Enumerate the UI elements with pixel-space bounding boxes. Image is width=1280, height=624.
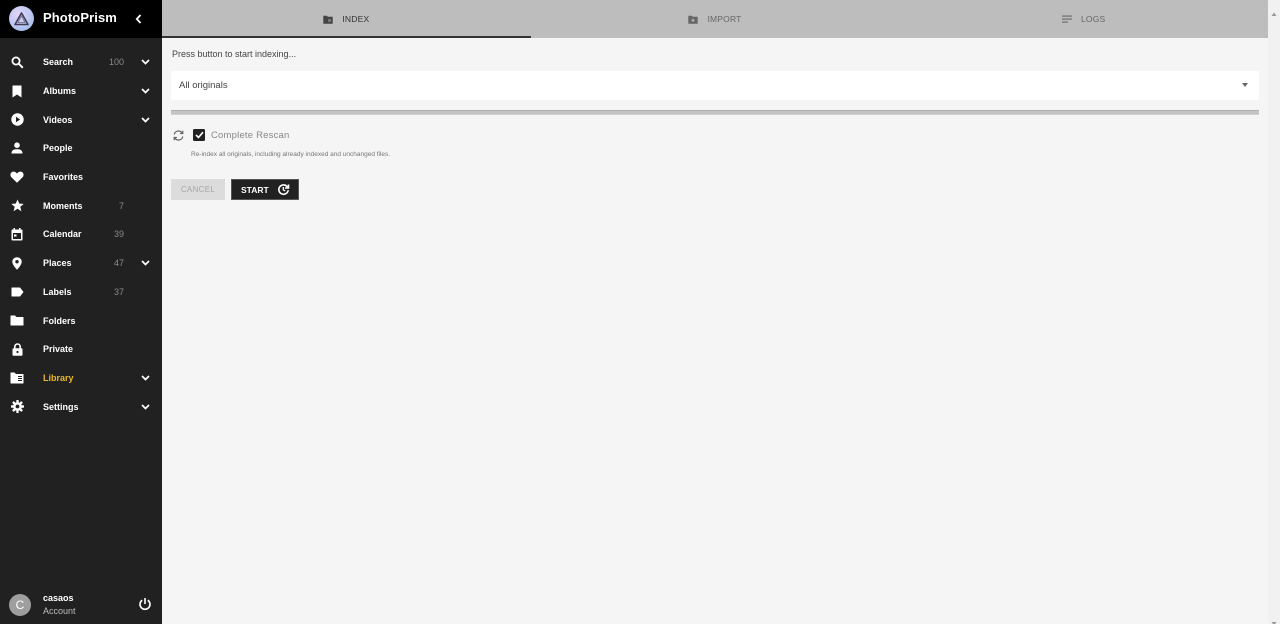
sidebar-item-label: Labels — [43, 286, 72, 297]
sidebar-item-count: 39 — [113, 229, 124, 240]
library-icon — [10, 371, 24, 385]
tab-label: INDEX — [342, 14, 370, 24]
sidebar-item-search[interactable]: Search 100 — [0, 48, 162, 77]
sidebar-item-label: Folders — [43, 315, 76, 326]
calendar-icon — [10, 227, 24, 241]
sidebar-item-count: 7 — [118, 200, 124, 211]
chevron-down-icon[interactable] — [140, 258, 150, 268]
index-progress-bar — [171, 110, 1259, 115]
tab-import[interactable]: IMPORT — [531, 0, 900, 38]
sidebar-item-videos[interactable]: Videos — [0, 105, 162, 134]
chevron-down-icon[interactable] — [140, 115, 150, 125]
chevron-left-icon — [135, 14, 141, 24]
map-marker-icon — [10, 256, 24, 270]
sidebar-item-label: Favorites — [43, 172, 84, 183]
account-name: casaos — [43, 593, 74, 603]
tab-label: LOGS — [1080, 14, 1106, 24]
sidebar-nav: Search 100 Albums Videos People Favorite… — [0, 48, 162, 421]
chevron-down-icon[interactable] — [140, 57, 150, 67]
complete-rescan-checkbox[interactable] — [193, 129, 205, 141]
app-title: PhotoPrism — [43, 10, 117, 25]
lock-icon — [10, 342, 24, 356]
sidebar-item-folders[interactable]: Folders — [0, 306, 162, 335]
notes-icon — [1061, 14, 1072, 24]
star-icon — [10, 199, 24, 213]
tab-logs[interactable]: LOGS — [899, 0, 1268, 38]
sidebar-item-library[interactable]: Library — [0, 364, 162, 393]
sidebar-item-settings[interactable]: Settings — [0, 392, 162, 421]
caret-down-icon — [1242, 83, 1248, 87]
photoprism-logo-icon[interactable] — [9, 6, 34, 31]
folder-plus-icon — [688, 14, 699, 24]
folder-cog-icon — [323, 14, 334, 24]
chevron-down-icon[interactable] — [140, 86, 150, 96]
complete-rescan-label[interactable]: Complete Rescan — [211, 130, 290, 141]
cancel-button[interactable]: CANCEL — [171, 179, 225, 200]
sidebar-item-favorites[interactable]: Favorites — [0, 163, 162, 192]
tab-label: IMPORT — [707, 14, 742, 24]
avatar[interactable]: C — [9, 594, 31, 616]
power-icon — [139, 598, 151, 611]
sidebar-item-calendar[interactable]: Calendar 39 — [0, 220, 162, 249]
sidebar-item-label: Places — [43, 258, 72, 269]
account-subtitle: Account — [43, 606, 76, 616]
chevron-down-icon[interactable] — [140, 402, 150, 412]
sidebar-item-count: 37 — [113, 286, 124, 297]
sidebar-item-label: Albums — [43, 86, 77, 97]
refresh-icon — [172, 129, 185, 142]
collapse-sidebar-button[interactable] — [131, 11, 145, 27]
restart-icon — [277, 183, 290, 196]
heart-icon — [10, 170, 24, 184]
account-section[interactable]: C casaos Account — [0, 590, 162, 622]
index-panel: Press button to start indexing... All or… — [162, 38, 1268, 624]
chevron-down-icon[interactable] — [140, 373, 150, 383]
sidebar-item-label: Library — [43, 372, 74, 383]
sidebar-item-label: People — [43, 143, 73, 154]
logout-button[interactable] — [138, 597, 152, 611]
sidebar-item-count: 100 — [109, 57, 125, 68]
play-circle-icon — [10, 113, 24, 127]
label-icon — [10, 285, 24, 299]
search-icon — [10, 55, 24, 69]
sidebar-item-people[interactable]: People — [0, 134, 162, 163]
sidebar-item-label: Moments — [43, 200, 83, 211]
scroll-down-arrow-icon[interactable] — [1271, 614, 1277, 624]
sidebar-item-labels[interactable]: Labels 37 — [0, 278, 162, 307]
person-icon — [10, 141, 24, 155]
start-button-label: START — [241, 185, 269, 195]
tab-index[interactable]: INDEX — [162, 0, 531, 38]
folder-select-value: All originals — [179, 80, 228, 91]
sidebar-item-label: Search — [43, 57, 74, 68]
sidebar-item-private[interactable]: Private — [0, 335, 162, 364]
sidebar-item-count: 47 — [113, 258, 124, 269]
page-scrollbar[interactable] — [1268, 0, 1280, 624]
bookmark-icon — [10, 84, 24, 98]
gear-icon — [10, 400, 24, 414]
index-status-text: Press button to start indexing... — [172, 49, 297, 59]
sidebar: PhotoPrism Search 100 Albums Videos Peop… — [0, 0, 162, 624]
folder-icon — [10, 314, 24, 328]
folder-select[interactable]: All originals — [171, 71, 1259, 100]
complete-rescan-option: Complete Rescan — [171, 128, 471, 144]
sidebar-item-moments[interactable]: Moments 7 — [0, 191, 162, 220]
start-button[interactable]: START — [231, 179, 299, 200]
complete-rescan-hint: Re-index all originals, including alread… — [191, 151, 391, 158]
sidebar-item-label: Calendar — [43, 229, 82, 240]
sidebar-item-albums[interactable]: Albums — [0, 77, 162, 106]
sidebar-item-label: Videos — [43, 114, 73, 125]
sidebar-item-label: Settings — [43, 401, 79, 412]
sidebar-header: PhotoPrism — [0, 0, 162, 38]
sidebar-item-label: Private — [43, 344, 74, 355]
library-tabs: INDEX IMPORT LOGS — [162, 0, 1268, 38]
sidebar-item-places[interactable]: Places 47 — [0, 249, 162, 278]
checkmark-icon — [194, 131, 204, 139]
scroll-up-arrow-icon[interactable] — [1271, 4, 1277, 16]
